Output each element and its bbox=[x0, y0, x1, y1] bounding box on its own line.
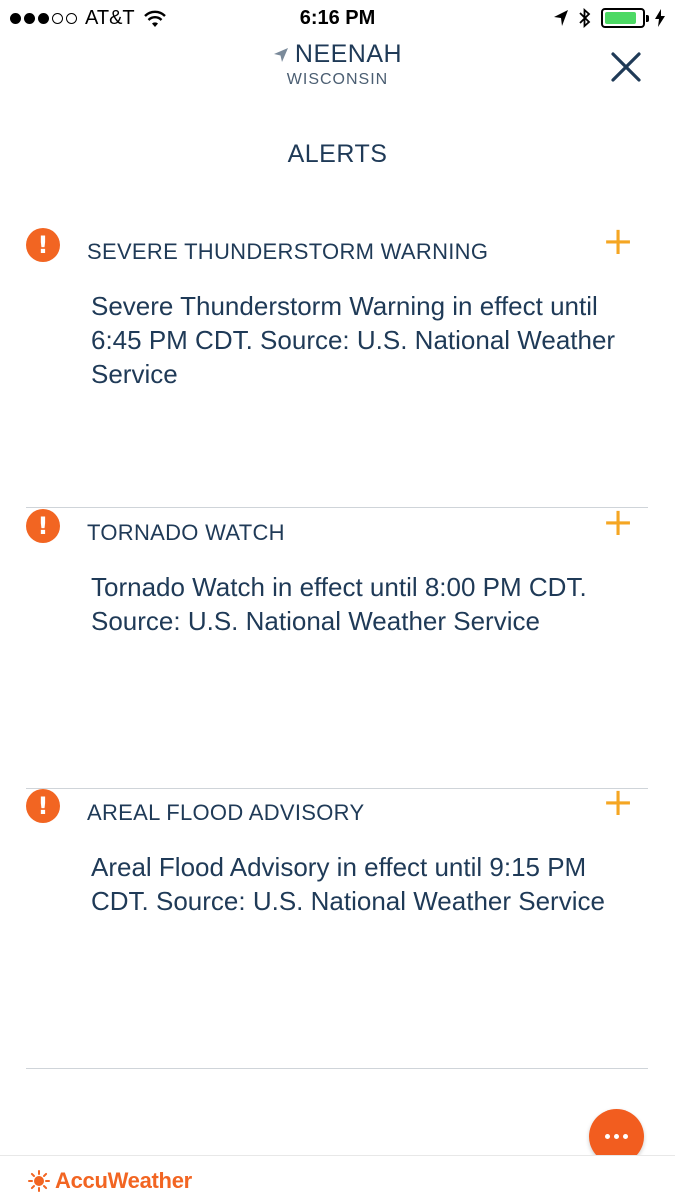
brand-name: AccuWeather bbox=[55, 1168, 192, 1193]
battery-icon bbox=[601, 8, 649, 28]
alert-title: AREAL FLOOD ADVISORY bbox=[87, 800, 365, 825]
status-right bbox=[553, 8, 665, 28]
exclamation-icon: ! bbox=[26, 228, 60, 262]
alert-description: Tornado Watch in effect until 8:00 PM CD… bbox=[91, 572, 587, 636]
battery-cap bbox=[646, 15, 649, 22]
close-icon bbox=[611, 52, 641, 82]
footer: AccuWeather bbox=[0, 1155, 675, 1200]
brand-logo[interactable]: AccuWeather bbox=[28, 1168, 192, 1194]
location-arrow-icon bbox=[273, 47, 288, 62]
location-header[interactable]: NEENAH WISCONSIN bbox=[0, 40, 675, 89]
status-bar: AT&T 6:16 PM bbox=[0, 0, 675, 40]
expand-button[interactable]: + bbox=[602, 222, 634, 260]
expand-button[interactable]: + bbox=[602, 503, 634, 541]
alert-description: Areal Flood Advisory in effect until 9:1… bbox=[91, 852, 605, 916]
exclamation-icon: ! bbox=[26, 509, 60, 543]
battery-level bbox=[605, 12, 636, 24]
city-row: NEENAH bbox=[0, 40, 675, 69]
state-name: WISCONSIN bbox=[286, 71, 389, 88]
bluetooth-icon bbox=[579, 8, 591, 28]
alert-item[interactable]: ! AREAL FLOOD ADVISORY + Areal Flood Adv… bbox=[26, 783, 648, 1069]
city-name: NEENAH bbox=[294, 40, 403, 68]
expand-button[interactable]: + bbox=[602, 783, 634, 821]
sun-icon bbox=[28, 1170, 50, 1192]
alert-description: Severe Thunderstorm Warning in effect un… bbox=[91, 291, 616, 389]
charging-bolt-icon bbox=[655, 9, 665, 27]
alert-item[interactable]: ! SEVERE THUNDERSTORM WARNING + Severe T… bbox=[26, 222, 648, 508]
more-dot bbox=[614, 1134, 619, 1139]
exclamation-icon: ! bbox=[26, 789, 60, 823]
location-arrow-icon bbox=[554, 10, 568, 26]
alert-title: TORNADO WATCH bbox=[87, 520, 285, 545]
page-title: ALERTS bbox=[287, 140, 388, 168]
alert-item[interactable]: ! TORNADO WATCH + Tornado Watch in effec… bbox=[26, 503, 648, 789]
alert-title: SEVERE THUNDERSTORM WARNING bbox=[87, 239, 489, 264]
more-dot bbox=[605, 1134, 610, 1139]
more-dot bbox=[623, 1134, 628, 1139]
close-button[interactable] bbox=[609, 50, 643, 84]
